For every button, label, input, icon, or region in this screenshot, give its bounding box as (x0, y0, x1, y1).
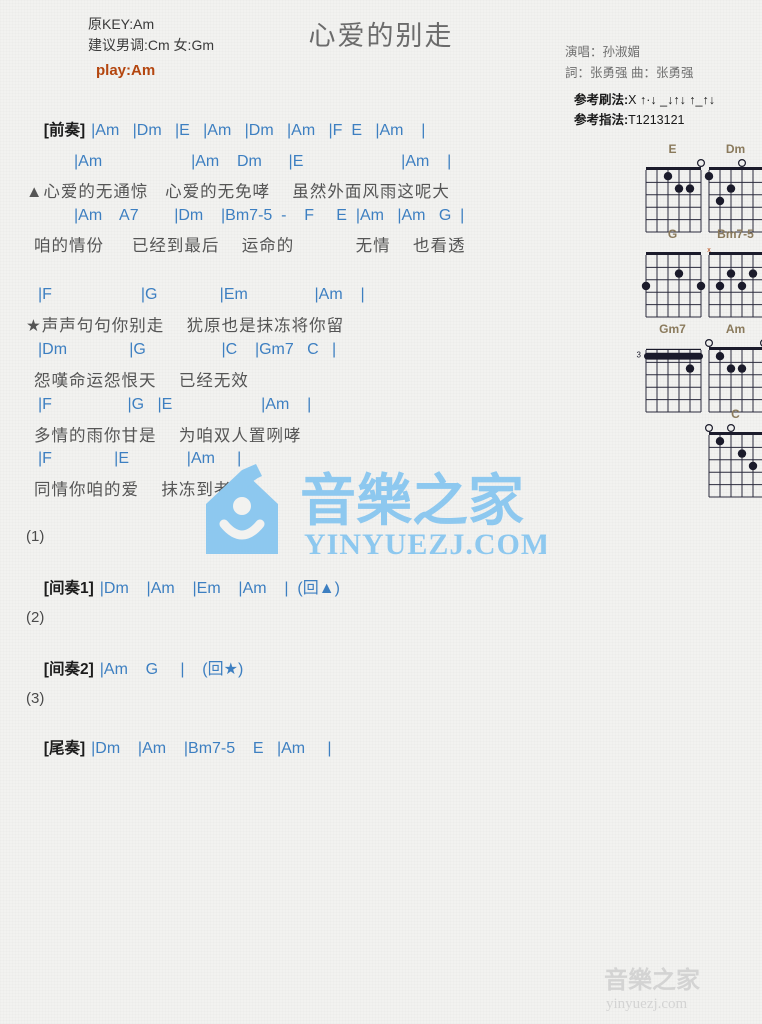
fingerstyle-value: T1213121 (628, 113, 685, 127)
fingerstyle-label: 参考指法: (574, 113, 629, 127)
interlude2-row: [间奏2] |Am G | (回★) (26, 637, 244, 697)
chord-grid (705, 338, 762, 413)
svg-text:3: 3 (637, 350, 642, 359)
verse1-chordline-2: |Am A7 |Dm |Bm7-5 - F E |Am |Am G | (74, 207, 465, 224)
chord-diagram-c: Cx (697, 407, 762, 503)
chorus-lyricline-3: 多情的雨你甘是 为咱双人置咧哮 (34, 427, 302, 445)
verse1-lyricline-1: ▲心爱的无通惊 心爱的无免哮 虽然外面风雨这呢大 (26, 183, 450, 201)
section-tag-interlude2: [间奏2] (43, 661, 94, 678)
chord-diagram-label: C (731, 407, 740, 421)
intro-chords: |Am |Dm |E |Am |Dm |Am |F E |Am | (91, 122, 426, 139)
chord-diagram-dm: Dm (697, 142, 762, 238)
section-tag-interlude1: [间奏1] (43, 580, 94, 597)
chorus-chordline-2: |Dm |G |C |Gm7 C | (38, 341, 337, 358)
section-tag-intro: [前奏] (43, 122, 86, 139)
writer-credit: 詞：张勇强 曲：张勇强 (565, 66, 694, 80)
svg-text:音樂之家: 音樂之家 (300, 469, 524, 534)
interlude1-chords: |Dm |Am |Em |Am | (回▲) (99, 580, 340, 597)
strum-pattern-label: 参考刷法: (574, 93, 629, 107)
verse1-chordline-1: |Am |Am Dm |E |Am | (74, 153, 452, 170)
svg-text:yinyuezj.com: yinyuezj.com (606, 996, 688, 1012)
svg-text:YINYUEZJ.COM: YINYUEZJ.COM (304, 528, 546, 561)
chorus-lyricline-2: 怨嘆命运怨恨天 已经无效 (34, 372, 249, 390)
chord-grid: xx (707, 247, 762, 318)
watermark-svg: 音樂之家 YINYUEZJ.COM (206, 464, 549, 561)
watermark-small-svg: 音樂之家 yinyuezj.com (604, 966, 700, 1012)
chord-diagram-am: Am (697, 322, 762, 418)
reference-block: 参考刷法:X ↑·↓ _↓↑↓ ↑_↑↓ 参考指法:T1213121 (574, 90, 715, 130)
outro-number: (3) (26, 690, 45, 707)
strum-pattern-row: 参考刷法:X ↑·↓ _↓↑↓ ↑_↑↓ (574, 90, 715, 110)
chord-diagram-bm7-5: Bm7-5 xx (697, 227, 762, 323)
chord-sheet: 原KEY:Am 建议男调:Cm 女:Gm play:Am 心爱的别走 演唱：孙淑… (0, 0, 762, 1024)
intro-row: [前奏] |Am |Dm |E |Am |Dm |Am |F E |Am | (26, 100, 426, 158)
chord-grid: x (705, 423, 762, 498)
credits-block: 演唱：孙淑媚 詞：张勇强 曲：张勇强 (565, 42, 693, 84)
outro-chords: |Dm |Am |Bm7-5 E |Am | (91, 740, 332, 757)
svg-text:音樂之家: 音樂之家 (604, 966, 700, 994)
chord-diagram-label: Bm7-5 (717, 227, 754, 241)
chorus-chordline-3: |F |G |E |Am | (38, 396, 312, 413)
outro-row: [尾奏] |Dm |Am |Bm7-5 E |Am | (26, 718, 332, 776)
verse1-lyricline-2: 咱的情份 已经到最后 运命的 无情 也看透 (34, 237, 466, 255)
chorus-lyricline-1: ★声声句句你别走 犹原也是抹冻将你留 (26, 317, 345, 335)
interlude1-number: (1) (26, 528, 45, 545)
chord-grid (704, 158, 762, 233)
interlude2-number: (2) (26, 609, 45, 626)
fingerstyle-row: 参考指法:T1213121 (574, 110, 715, 130)
chord-diagram-label: Am (725, 322, 746, 336)
watermark-logo: 音樂之家 YINYUEZJ.COM (196, 462, 549, 567)
svg-text:x: x (707, 247, 711, 254)
chord-diagram-label: Dm (725, 142, 746, 156)
watermark-logo-small: 音樂之家 yinyuezj.com (604, 962, 754, 1017)
play-key: play:Am (96, 62, 156, 79)
section-tag-outro: [尾奏] (43, 740, 86, 757)
singer-credit: 演唱：孙淑媚 (565, 45, 641, 59)
chorus-chordline-1: |F |G |Em |Am | (38, 286, 365, 303)
strum-pattern-value: X ↑·↓ _↓↑↓ ↑_↑↓ (628, 93, 715, 107)
interlude2-chords: |Am G | (回★) (99, 661, 244, 678)
